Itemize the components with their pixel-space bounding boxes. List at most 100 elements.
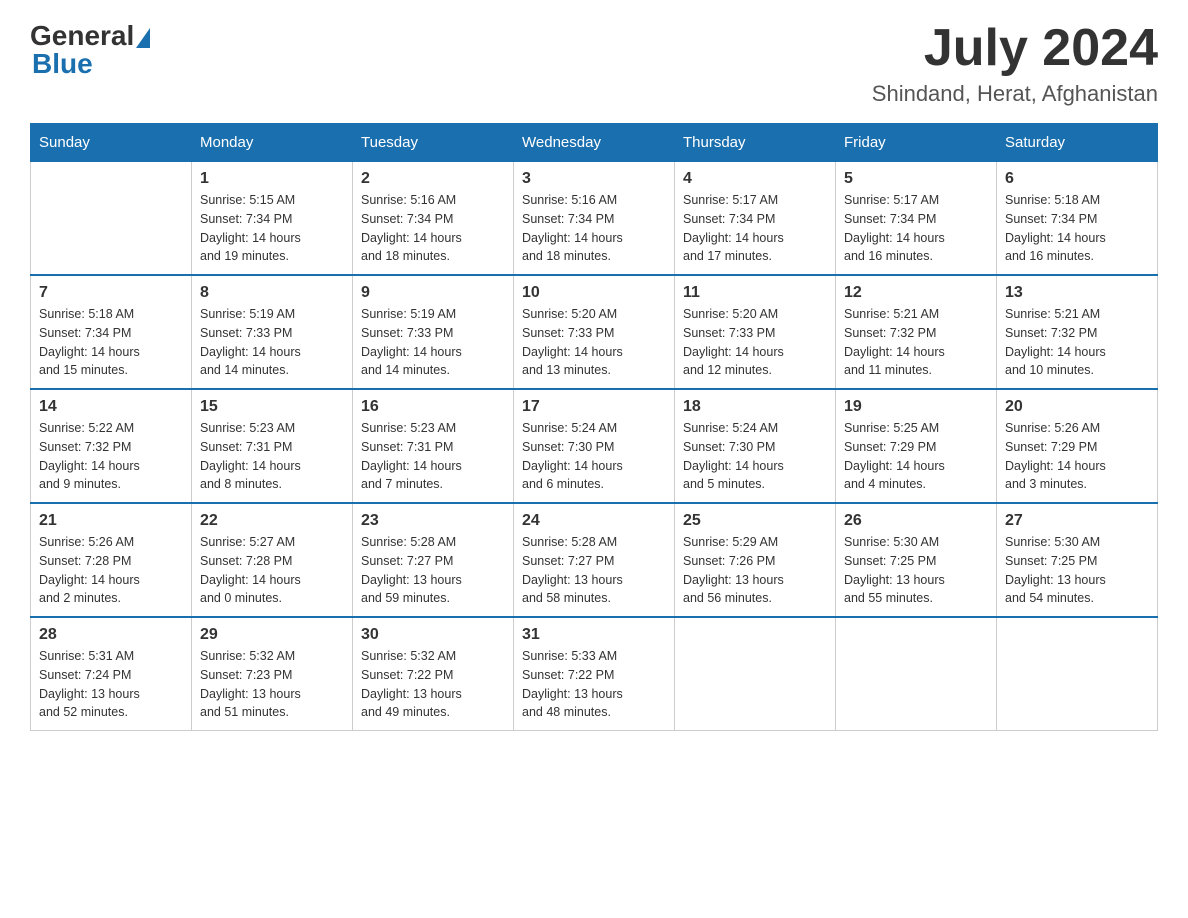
calendar-cell: 8Sunrise: 5:19 AMSunset: 7:33 PMDaylight… — [192, 275, 353, 389]
day-number: 11 — [683, 284, 827, 302]
day-info: Sunrise: 5:25 AMSunset: 7:29 PMDaylight:… — [844, 419, 988, 494]
day-info: Sunrise: 5:29 AMSunset: 7:26 PMDaylight:… — [683, 533, 827, 608]
day-info: Sunrise: 5:28 AMSunset: 7:27 PMDaylight:… — [361, 533, 505, 608]
calendar-cell: 27Sunrise: 5:30 AMSunset: 7:25 PMDayligh… — [997, 503, 1158, 617]
calendar-cell — [31, 162, 192, 276]
column-header-saturday: Saturday — [997, 124, 1158, 162]
calendar-cell: 25 Sunrise: 5:29 AMSunset: 7:26 PMDayligh… — [675, 503, 836, 617]
day-info: Sunrise: 5:18 AMSunset: 7:34 PMDaylight:… — [39, 305, 183, 380]
day-info: Sunrise: 5:16 AMSunset: 7:34 PMDaylight:… — [361, 191, 505, 266]
location-subtitle: Shindand, Herat, Afghanistan — [872, 81, 1158, 107]
calendar-cell: 18 Sunrise: 5:24 AMSunset: 7:30 PMDayligh… — [675, 389, 836, 503]
day-info: Sunrise: 5:32 AMSunset: 7:23 PMDaylight:… — [200, 647, 344, 722]
day-info: Sunrise: 5:17 AMSunset: 7:34 PMDaylight:… — [683, 191, 827, 266]
day-info: Sunrise: 5:20 AMSunset: 7:33 PMDaylight:… — [683, 305, 827, 380]
calendar-cell: 14 Sunrise: 5:22 AMSunset: 7:32 PMDayligh… — [31, 389, 192, 503]
day-info: Sunrise: 5:28 AMSunset: 7:27 PMDaylight:… — [522, 533, 666, 608]
calendar-cell: 19 Sunrise: 5:25 AMSunset: 7:29 PMDayligh… — [836, 389, 997, 503]
day-number: 19 — [844, 398, 988, 416]
day-number: 15 — [200, 398, 344, 416]
column-header-tuesday: Tuesday — [353, 124, 514, 162]
logo-triangle-icon — [136, 28, 150, 48]
day-number: 7 — [39, 284, 183, 302]
month-year-title: July 2024 — [872, 20, 1158, 77]
day-number: 23 — [361, 512, 505, 530]
calendar-cell — [997, 617, 1158, 731]
day-number: 2 — [361, 170, 505, 188]
day-number: 18 — [683, 398, 827, 416]
day-number: 20 — [1005, 398, 1149, 416]
calendar-cell: 2 Sunrise: 5:16 AMSunset: 7:34 PMDaylight… — [353, 162, 514, 276]
calendar-header-row: SundayMondayTuesdayWednesdayThursdayFrid… — [31, 124, 1158, 162]
day-info: Sunrise: 5:16 AMSunset: 7:34 PMDaylight:… — [522, 191, 666, 266]
calendar-table: SundayMondayTuesdayWednesdayThursdayFrid… — [30, 123, 1158, 731]
day-number: 13 — [1005, 284, 1149, 302]
calendar-cell: 15 Sunrise: 5:23 AMSunset: 7:31 PMDayligh… — [192, 389, 353, 503]
day-info: Sunrise: 5:24 AMSunset: 7:30 PMDaylight:… — [683, 419, 827, 494]
column-header-thursday: Thursday — [675, 124, 836, 162]
day-info: Sunrise: 5:24 AMSunset: 7:30 PMDaylight:… — [522, 419, 666, 494]
calendar-cell: 30 Sunrise: 5:32 AMSunset: 7:22 PMDayligh… — [353, 617, 514, 731]
calendar-cell: 4Sunrise: 5:17 AMSunset: 7:34 PMDaylight… — [675, 162, 836, 276]
day-number: 17 — [522, 398, 666, 416]
day-info: Sunrise: 5:18 AMSunset: 7:34 PMDaylight:… — [1005, 191, 1149, 266]
logo-area: General Blue — [30, 20, 152, 80]
day-number: 21 — [39, 512, 183, 530]
calendar-cell: 26Sunrise: 5:30 AMSunset: 7:25 PMDayligh… — [836, 503, 997, 617]
calendar-cell: 3 Sunrise: 5:16 AMSunset: 7:34 PMDaylight… — [514, 162, 675, 276]
day-number: 22 — [200, 512, 344, 530]
day-info: Sunrise: 5:15 AMSunset: 7:34 PMDaylight:… — [200, 191, 344, 266]
calendar-cell: 17 Sunrise: 5:24 AMSunset: 7:30 PMDayligh… — [514, 389, 675, 503]
calendar-cell: 31 Sunrise: 5:33 AMSunset: 7:22 PMDayligh… — [514, 617, 675, 731]
day-info: Sunrise: 5:23 AMSunset: 7:31 PMDaylight:… — [200, 419, 344, 494]
day-number: 27 — [1005, 512, 1149, 530]
calendar-cell: 21 Sunrise: 5:26 AMSunset: 7:28 PMDayligh… — [31, 503, 192, 617]
page-header: General Blue July 2024 Shindand, Herat, … — [30, 20, 1158, 107]
calendar-cell: 16Sunrise: 5:23 AMSunset: 7:31 PMDayligh… — [353, 389, 514, 503]
calendar-cell: 22 Sunrise: 5:27 AMSunset: 7:28 PMDayligh… — [192, 503, 353, 617]
day-number: 24 — [522, 512, 666, 530]
day-number: 16 — [361, 398, 505, 416]
day-info: Sunrise: 5:26 AMSunset: 7:29 PMDaylight:… — [1005, 419, 1149, 494]
calendar-week-row: 14 Sunrise: 5:22 AMSunset: 7:32 PMDayligh… — [31, 389, 1158, 503]
day-info: Sunrise: 5:21 AMSunset: 7:32 PMDaylight:… — [844, 305, 988, 380]
day-number: 14 — [39, 398, 183, 416]
column-header-monday: Monday — [192, 124, 353, 162]
day-info: Sunrise: 5:31 AMSunset: 7:24 PMDaylight:… — [39, 647, 183, 722]
day-number: 6 — [1005, 170, 1149, 188]
column-header-sunday: Sunday — [31, 124, 192, 162]
day-info: Sunrise: 5:26 AMSunset: 7:28 PMDaylight:… — [39, 533, 183, 608]
calendar-cell: 23 Sunrise: 5:28 AMSunset: 7:27 PMDayligh… — [353, 503, 514, 617]
column-header-wednesday: Wednesday — [514, 124, 675, 162]
day-number: 5 — [844, 170, 988, 188]
day-number: 30 — [361, 626, 505, 644]
calendar-week-row: 7 Sunrise: 5:18 AMSunset: 7:34 PMDaylight… — [31, 275, 1158, 389]
calendar-week-row: 28 Sunrise: 5:31 AMSunset: 7:24 PMDayligh… — [31, 617, 1158, 731]
calendar-cell: 29Sunrise: 5:32 AMSunset: 7:23 PMDayligh… — [192, 617, 353, 731]
calendar-cell: 9Sunrise: 5:19 AMSunset: 7:33 PMDaylight… — [353, 275, 514, 389]
calendar-week-row: 1 Sunrise: 5:15 AMSunset: 7:34 PMDaylight… — [31, 162, 1158, 276]
day-info: Sunrise: 5:32 AMSunset: 7:22 PMDaylight:… — [361, 647, 505, 722]
day-info: Sunrise: 5:21 AMSunset: 7:32 PMDaylight:… — [1005, 305, 1149, 380]
calendar-cell: 1 Sunrise: 5:15 AMSunset: 7:34 PMDaylight… — [192, 162, 353, 276]
day-number: 28 — [39, 626, 183, 644]
logo-blue-text: Blue — [30, 48, 93, 80]
day-number: 31 — [522, 626, 666, 644]
title-area: July 2024 Shindand, Herat, Afghanistan — [872, 20, 1158, 107]
calendar-cell — [675, 617, 836, 731]
day-info: Sunrise: 5:22 AMSunset: 7:32 PMDaylight:… — [39, 419, 183, 494]
day-number: 3 — [522, 170, 666, 188]
column-header-friday: Friday — [836, 124, 997, 162]
calendar-cell: 10Sunrise: 5:20 AMSunset: 7:33 PMDayligh… — [514, 275, 675, 389]
day-info: Sunrise: 5:17 AMSunset: 7:34 PMDaylight:… — [844, 191, 988, 266]
day-info: Sunrise: 5:30 AMSunset: 7:25 PMDaylight:… — [844, 533, 988, 608]
day-number: 1 — [200, 170, 344, 188]
calendar-cell: 20 Sunrise: 5:26 AMSunset: 7:29 PMDayligh… — [997, 389, 1158, 503]
day-info: Sunrise: 5:19 AMSunset: 7:33 PMDaylight:… — [361, 305, 505, 380]
calendar-cell: 5 Sunrise: 5:17 AMSunset: 7:34 PMDaylight… — [836, 162, 997, 276]
day-number: 10 — [522, 284, 666, 302]
day-number: 25 — [683, 512, 827, 530]
day-info: Sunrise: 5:33 AMSunset: 7:22 PMDaylight:… — [522, 647, 666, 722]
day-info: Sunrise: 5:27 AMSunset: 7:28 PMDaylight:… — [200, 533, 344, 608]
calendar-cell: 28 Sunrise: 5:31 AMSunset: 7:24 PMDayligh… — [31, 617, 192, 731]
